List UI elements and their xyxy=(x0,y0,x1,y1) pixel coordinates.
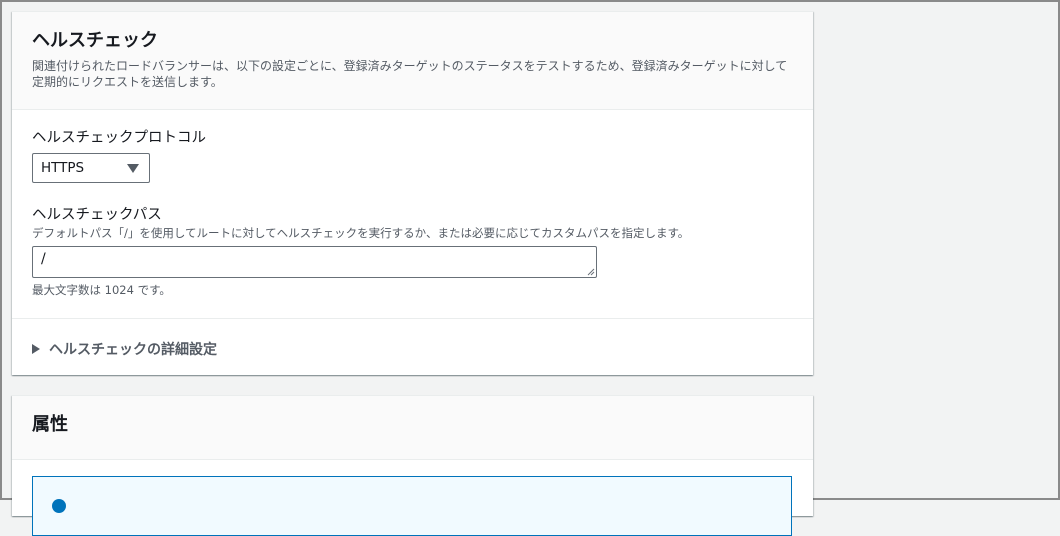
protocol-label: ヘルスチェックプロトコル xyxy=(32,130,206,146)
path-field: ヘルスチェックパス デフォルトパス「/」を使用してルートに対してヘルスチェックを… xyxy=(32,206,689,240)
health-check-description: 関連付けられたロードバランサーは、以下の設定ごとに、登録済みターゲットのステータ… xyxy=(32,58,793,90)
info-alert xyxy=(32,476,792,536)
path-label: ヘルスチェックパス xyxy=(32,207,162,223)
path-input[interactable]: / xyxy=(32,246,597,278)
attributes-header: 属性 xyxy=(12,396,813,460)
health-check-description-line1: 関連付けられたロードバランサーは、以下の設定ごとに、登録済みターゲットのステータ… xyxy=(32,59,788,73)
path-input-value: / xyxy=(41,251,46,267)
health-check-header: ヘルスチェック 関連付けられたロードバランサーは、以下の設定ごとに、登録済みター… xyxy=(12,12,813,110)
path-constraint: 最大文字数は 1024 です。 xyxy=(32,283,171,297)
path-description: デフォルトパス「/」を使用してルートに対してヘルスチェックを実行するか、または必… xyxy=(32,226,690,240)
protocol-field: ヘルスチェックプロトコル xyxy=(32,129,206,147)
section-divider xyxy=(12,318,813,319)
health-check-description-line2: 定期的にリクエストを送信します。 xyxy=(32,75,223,89)
health-check-title: ヘルスチェック xyxy=(32,30,158,51)
attributes-title: 属性 xyxy=(32,414,68,435)
advanced-settings-label: ヘルスチェックの詳細設定 xyxy=(49,342,217,358)
advanced-settings-expander[interactable]: ヘルスチェックの詳細設定 xyxy=(32,339,217,359)
info-icon xyxy=(52,499,66,513)
health-check-panel: ヘルスチェック 関連付けられたロードバランサーは、以下の設定ごとに、登録済みター… xyxy=(12,11,813,375)
caret-down-icon xyxy=(127,164,139,173)
protocol-select[interactable]: HTTPS xyxy=(32,153,150,183)
attributes-panel: 属性 xyxy=(12,395,813,536)
resize-grip-icon[interactable] xyxy=(587,268,595,276)
protocol-selected-value: HTTPS xyxy=(41,160,85,176)
caret-right-icon xyxy=(32,344,40,354)
